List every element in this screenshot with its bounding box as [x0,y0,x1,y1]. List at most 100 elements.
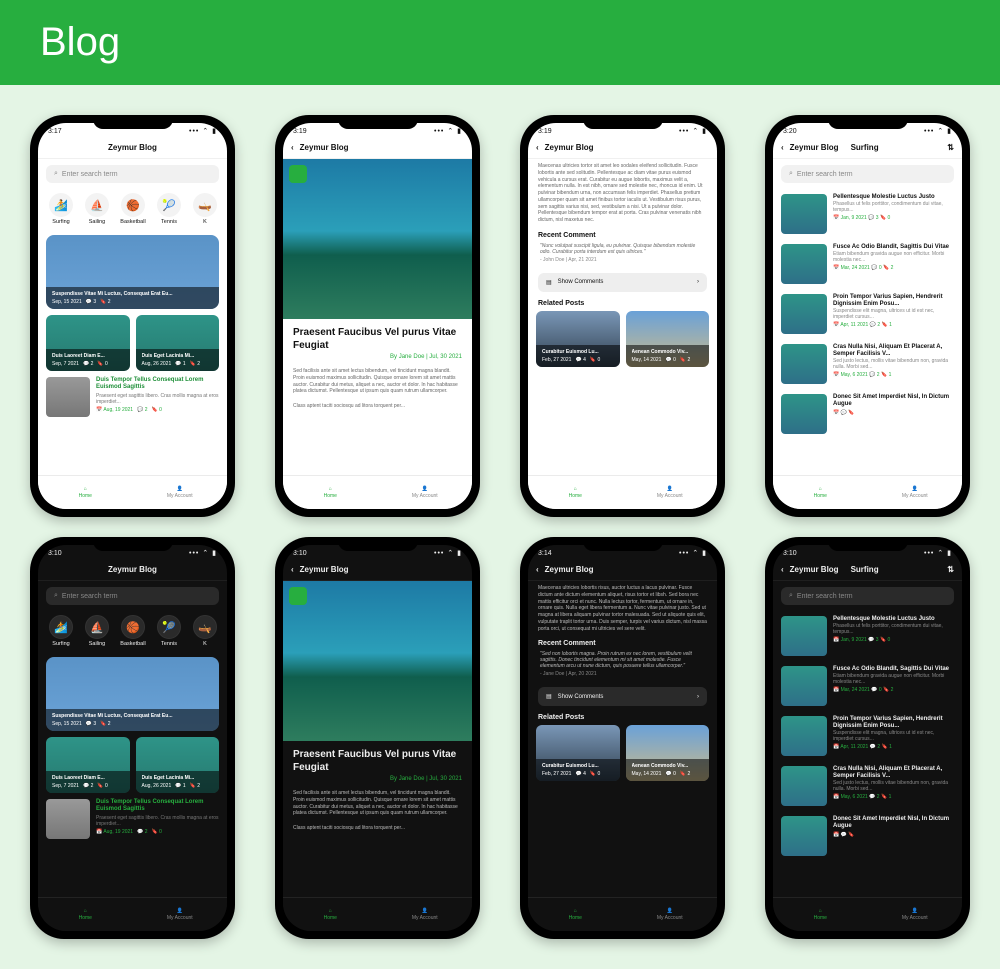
post-title: Proin Tempor Varius Sapien, Hendrerit Di… [833,294,954,308]
post-card[interactable]: Duis Eget Lacinia Mi... Aug, 26 2021💬 1🔖… [136,315,220,371]
search-input[interactable]: ⌕ Enter search term [46,165,219,183]
comments-icon: ▤ [546,693,552,700]
category-chip[interactable]: 🏀Basketball [118,615,148,647]
article-title: Praesent Faucibus Vel purus Vitae Feugia… [283,741,472,776]
related-post-card[interactable]: Curabitur Euismod Lu...Feb, 27 2021💬 4🔖 … [536,725,620,781]
tab-home[interactable]: ⌂Home [528,476,623,509]
post-title: Donec Sit Amet Imperdiet Nisl, In Dictum… [833,394,954,408]
back-button[interactable]: ‹ [536,565,539,574]
post-thumbnail [46,377,90,417]
post-card[interactable]: Duis Laoreet Diam E...Sep, 7 2021💬 2🔖 0 [46,737,130,793]
related-post-card[interactable]: Curabitur Euismod Lu...Feb, 27 2021💬 4🔖 … [536,311,620,367]
bookmark-button[interactable] [289,587,307,605]
tab-home[interactable]: ⌂Home [773,898,868,931]
article-byline: By Jane Doe | Jul, 30 2021 [283,776,472,786]
related-posts-heading: Related Posts [528,296,717,311]
home-icon: ⌂ [574,486,577,492]
breadcrumb: Zeymur Blog [790,565,839,574]
post-list-item[interactable]: Duis Tempor Tellus Consequat Lorem Euism… [38,793,227,845]
bookmark-button[interactable] [289,165,307,183]
back-button[interactable]: ‹ [536,143,539,152]
tab-account[interactable]: 👤My Account [378,898,473,931]
tab-home[interactable]: ⌂Home [283,898,378,931]
category-list-item[interactable]: Donec Sit Amet Imperdiet Nisl, In Dictum… [773,389,962,439]
back-button[interactable]: ‹ [781,565,784,574]
search-input[interactable]: ⌕Enter search term [781,587,954,605]
screen-title: Zeymur Blog [545,143,594,152]
home-icon: ⌂ [574,908,577,914]
featured-post-card[interactable]: Suspendisse Vitae Mi Luctus, Consequat E… [46,657,219,731]
show-comments-button[interactable]: ▤Show Comments › [538,273,707,292]
related-post-card[interactable]: Aenean Commodo Viv...May, 14 2021💬 0🔖 2 [626,311,710,367]
person-icon: 👤 [422,908,428,914]
post-thumbnail [781,816,827,856]
back-button[interactable]: ‹ [291,565,294,574]
category-chip[interactable]: 🎾Tennis [154,615,184,647]
related-posts-heading: Related Posts [528,710,717,725]
tab-account[interactable]: 👤My Account [868,898,963,931]
category-list-item[interactable]: Proin Tempor Varius Sapien, Hendrerit Di… [773,711,962,761]
tab-home[interactable]: ⌂Home [38,476,133,509]
category-list-item[interactable]: Cras Nulla Nisi, Aliquam Et Placerat A, … [773,761,962,811]
tab-account[interactable]: 👤My Account [623,476,718,509]
category-list-item[interactable]: Proin Tempor Varius Sapien, Hendrerit Di… [773,289,962,339]
post-thumbnail [781,766,827,806]
category-list-item[interactable]: Donec Sit Amet Imperdiet Nisl, In Dictum… [773,811,962,861]
search-input[interactable]: ⌕Enter search term [781,165,954,183]
article-hero-image [283,581,472,741]
post-thumbnail [46,799,90,839]
surfing-icon: 🏄 [49,193,73,217]
article-byline: By Jane Doe | Jul, 30 2021 [283,354,472,364]
show-comments-button[interactable]: ▤Show Comments › [538,687,707,706]
back-button[interactable]: ‹ [291,143,294,152]
post-excerpt: Etiam bibendum gravida augue non efficit… [833,673,954,685]
chevron-right-icon: › [697,279,699,285]
mockup-detail-light: 3:19••• ⌃ ▮ ‹Zeymur Blog Praesent Faucib… [275,115,480,517]
tab-account[interactable]: 👤My Account [133,476,228,509]
tab-account[interactable]: 👤My Account [133,898,228,931]
search-input[interactable]: ⌕Enter search term [46,587,219,605]
category-chip[interactable]: 🛶K [190,615,220,647]
category-list-item[interactable]: Pellentesque Molestie Luctus Justo Phase… [773,611,962,661]
category-chip[interactable]: ⛵Sailing [82,615,112,647]
category-scroller[interactable]: 🏄Surfing ⛵Sailing 🏀Basketball 🎾Tennis 🛶K [38,611,227,651]
tab-home[interactable]: ⌂Home [38,898,133,931]
category-chip[interactable]: 🏀Basketball [118,193,148,225]
category-chip[interactable]: 🏄Surfing [46,193,76,225]
category-scroller[interactable]: 🏄Surfing ⛵Sailing 🏀Basketball 🎾Tennis 🛶K [38,189,227,229]
home-icon: ⌂ [329,486,332,492]
post-title: Fusce Ac Odio Blandit, Sagittis Dui Vita… [833,666,954,673]
post-title: Pellentesque Molestie Luctus Justo [833,194,954,201]
screen-title: Zeymur Blog [46,143,219,152]
category-list-item[interactable]: Cras Nulla Nisi, Aliquam Et Placerat A, … [773,339,962,389]
post-excerpt: Sed justo lectus, mollis vitae bibendum … [833,780,954,792]
article-body: Sed facilisis ante sit amet lectus biben… [283,364,472,399]
status-time: 3:17 [48,128,62,135]
tab-home[interactable]: ⌂Home [528,898,623,931]
sort-button[interactable]: ⇅ [947,565,954,574]
sort-button[interactable]: ⇅ [947,143,954,152]
category-chip[interactable]: ⛵Sailing [82,193,112,225]
post-list-item[interactable]: Duis Tempor Tellus Consequat Lorem Euism… [38,371,227,423]
tab-account[interactable]: 👤My Account [623,898,718,931]
chevron-right-icon: › [697,694,699,700]
featured-post-card[interactable]: Suspendisse Vitae Mi Luctus, Consequat E… [46,235,219,309]
tab-home[interactable]: ⌂Home [283,476,378,509]
tab-home[interactable]: ⌂Home [773,476,868,509]
category-chip[interactable]: 🎾Tennis [154,193,184,225]
person-icon: 👤 [422,486,428,492]
category-list-item[interactable]: Fusce Ac Odio Blandit, Sagittis Dui Vita… [773,661,962,711]
search-icon: ⌕ [789,592,793,600]
tab-account[interactable]: 👤My Account [378,476,473,509]
category-chip[interactable]: 🏄Surfing [46,615,76,647]
article-body: Class aptent taciti sociosqu ad litora t… [283,821,472,836]
related-post-card[interactable]: Aenean Commodo Viv...May, 14 2021💬 0🔖 2 [626,725,710,781]
post-card[interactable]: Duis Laoreet Diam E... Sep, 7 2021💬 2🔖 0 [46,315,130,371]
back-button[interactable]: ‹ [781,143,784,152]
comment-quote: "Nunc volutpat suscipit ligula, eu pulvi… [528,243,717,255]
category-list-item[interactable]: Fusce Ac Odio Blandit, Sagittis Dui Vita… [773,239,962,289]
post-card[interactable]: Duis Eget Lacinia Mi...Aug, 26 2021💬 1🔖 … [136,737,220,793]
category-chip[interactable]: 🛶K [190,193,220,225]
tab-account[interactable]: 👤My Account [868,476,963,509]
category-list-item[interactable]: Pellentesque Molestie Luctus Justo Phase… [773,189,962,239]
